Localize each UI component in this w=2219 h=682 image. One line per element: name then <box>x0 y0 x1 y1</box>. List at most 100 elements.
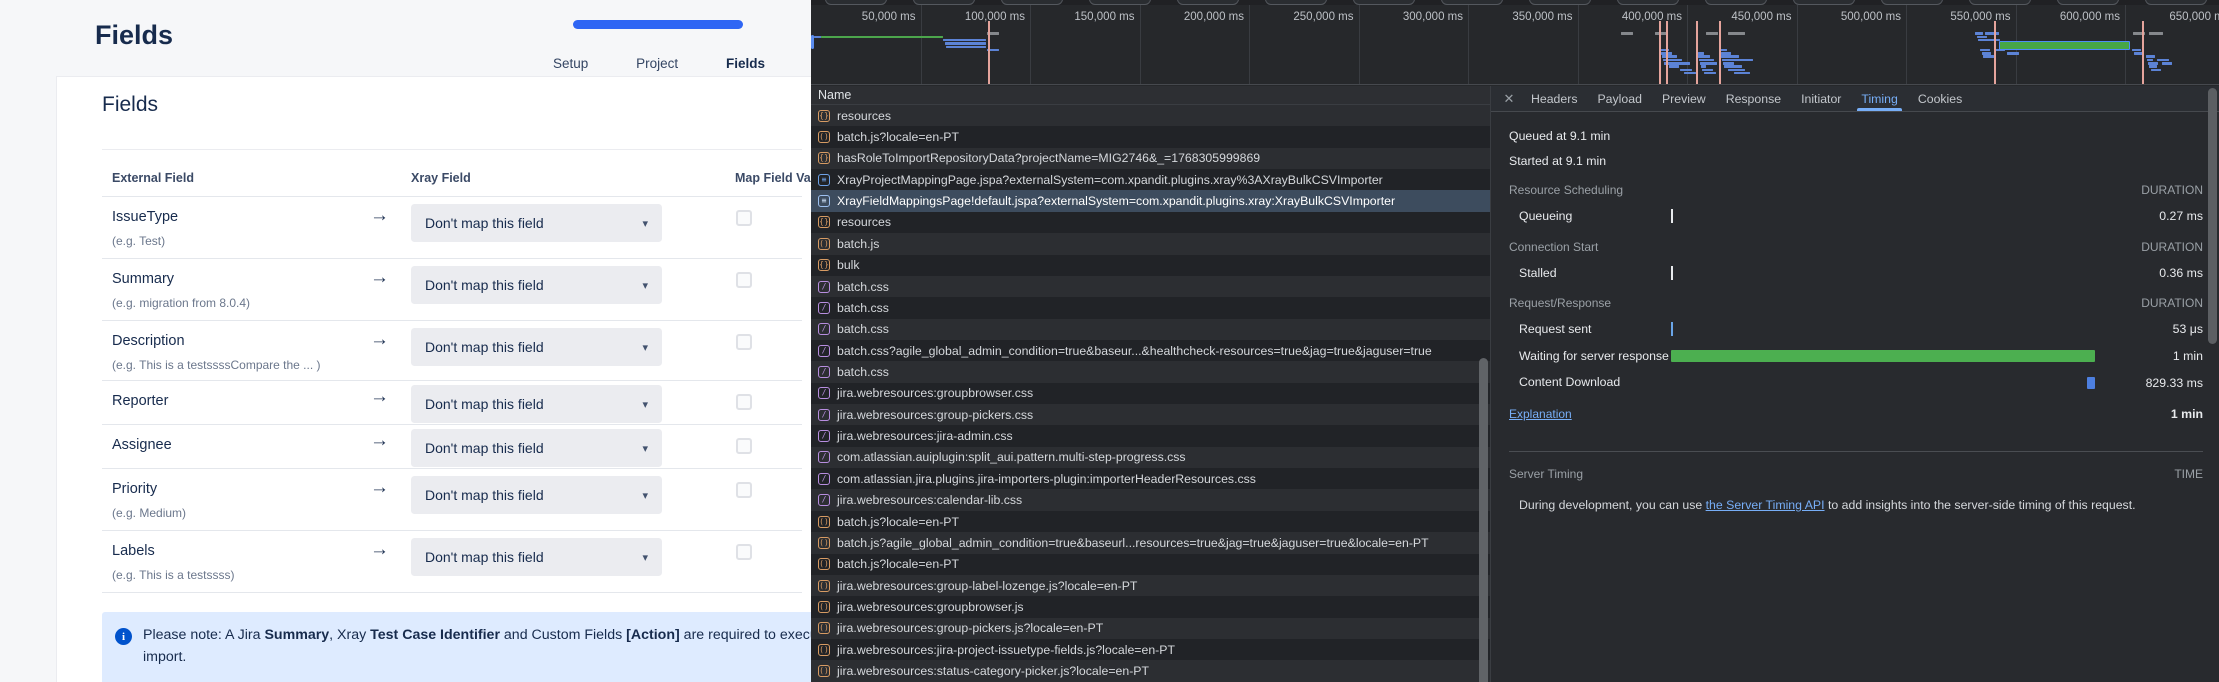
request-row[interactable]: /jira.webresources:calendar-lib.css <box>811 489 1490 510</box>
wizard-tab-project[interactable]: Project <box>636 56 678 71</box>
ruler-gridline <box>1578 5 1579 84</box>
request-row[interactable]: /jira.webresources:groupbrowser.css <box>811 383 1490 404</box>
request-row[interactable]: ()jira.webresources:group-label-lozenge.… <box>811 575 1490 596</box>
js-file-icon: () <box>818 644 830 656</box>
external-field-example: (e.g. Test) <box>112 234 165 248</box>
request-row[interactable]: ()batch.js?locale=en-PT <box>811 511 1490 532</box>
ruler-gridline <box>1468 5 1469 84</box>
request-row[interactable]: {}hasRoleToImportRepositoryData?projectN… <box>811 148 1490 169</box>
arrow-right-icon: → <box>370 430 389 452</box>
request-name: batch.js <box>837 237 879 251</box>
code-file-icon: {} <box>818 216 830 228</box>
select-value: Don't map this field <box>425 487 544 503</box>
column-header-map-field-value: Map Field Value <box>735 171 811 185</box>
map-field-value-checkbox[interactable] <box>736 394 752 410</box>
request-name: batch.css?agile_global_admin_condition=t… <box>837 344 1432 358</box>
request-row[interactable]: {}resources <box>811 212 1490 233</box>
xray-field-select[interactable]: Don't map this field▾ <box>411 266 662 304</box>
map-field-value-checkbox[interactable] <box>736 272 752 288</box>
request-row[interactable]: {}bulk <box>811 255 1490 276</box>
request-row[interactable]: /com.atlassian.jira.plugins.jira-importe… <box>811 468 1490 489</box>
request-row[interactable]: /jira.webresources:group-pickers.css <box>811 404 1490 425</box>
waterfall-bar <box>814 36 821 39</box>
request-row[interactable]: {}resources <box>811 105 1490 126</box>
xray-field-select[interactable]: Don't map this field▾ <box>411 385 662 423</box>
request-detail-panel: ✕ HeadersPayloadPreviewResponseInitiator… <box>1490 86 2219 682</box>
xray-field-select[interactable]: Don't map this field▾ <box>411 476 662 514</box>
tab-headers[interactable]: Headers <box>1521 86 1587 111</box>
explanation-link[interactable]: Explanation <box>1509 407 1572 421</box>
detail-panel-scrollbar[interactable] <box>2208 88 2217 344</box>
xray-field-select[interactable]: Don't map this field▾ <box>411 538 662 576</box>
xray-field-select[interactable]: Don't map this field▾ <box>411 204 662 242</box>
css-file-icon: / <box>818 323 830 335</box>
timing-row: Request sent53 μs <box>1519 321 2203 338</box>
map-field-value-checkbox[interactable] <box>736 482 752 498</box>
wizard-progress-bar <box>573 20 743 29</box>
tab-cookies[interactable]: Cookies <box>1908 86 1972 111</box>
ruler-gridline <box>921 5 922 84</box>
tab-preview[interactable]: Preview <box>1652 86 1716 111</box>
timing-tab-content: Queued at 9.1 min Started at 9.1 min Res… <box>1491 113 2219 682</box>
tab-payload[interactable]: Payload <box>1587 86 1651 111</box>
map-field-value-checkbox[interactable] <box>736 544 752 560</box>
js-file-icon: () <box>818 558 830 570</box>
card-divider <box>102 149 802 150</box>
map-field-value-checkbox[interactable] <box>736 438 752 454</box>
request-row[interactable]: ()batch.js?locale=en-PT <box>811 126 1490 147</box>
wizard-tab-fields[interactable]: Fields <box>726 56 765 71</box>
xray-field-select[interactable]: Don't map this field▾ <box>411 429 662 467</box>
xray-field-select[interactable]: Don't map this field▾ <box>411 328 662 366</box>
select-value: Don't map this field <box>425 339 544 355</box>
request-name: XrayProjectMappingPage.jspa?externalSyst… <box>837 173 1383 187</box>
external-field-example: (e.g. migration from 8.0.4) <box>112 296 250 310</box>
mapping-row-labels: Labels(e.g. This is a testssss)→Don't ma… <box>102 530 802 592</box>
request-row[interactable]: / com.atlassian.auiplugin:split_aui.patte… <box>811 447 1490 468</box>
request-row[interactable]: ()batch.js?agile_global_admin_condition=… <box>811 532 1490 553</box>
wizard-tab-setup[interactable]: Setup <box>553 56 588 71</box>
map-field-value-checkbox[interactable] <box>736 210 752 226</box>
waterfall-bar <box>1983 55 1994 58</box>
request-row[interactable]: ≡XrayFieldMappingsPage!default.jspa?exte… <box>811 190 1490 211</box>
request-row[interactable]: ≡XrayProjectMappingPage.jspa?externalSys… <box>811 169 1490 190</box>
request-row[interactable]: /batch.css <box>811 297 1490 318</box>
external-field-name: Priority <box>112 481 157 497</box>
request-row[interactable]: /batch.css?agile_global_admin_condition=… <box>811 340 1490 361</box>
started-at-line: Started at 9.1 min <box>1509 154 2203 168</box>
waterfall-bar <box>2132 49 2141 52</box>
mapping-row-reporter: Reporter→Don't map this field▾ <box>102 380 802 424</box>
request-name: com.atlassian.auiplugin:split_aui.patter… <box>837 450 1186 464</box>
ruler-gridline <box>1030 5 1031 84</box>
waterfall-bar <box>1698 55 1709 58</box>
request-row[interactable]: ()jira.webresources:status-category-pick… <box>811 660 1490 681</box>
timing-label: Stalled <box>1519 265 1669 282</box>
tab-initiator[interactable]: Initiator <box>1791 86 1851 111</box>
name-column-header[interactable]: Name <box>811 86 1490 105</box>
network-waterfall-overview[interactable]: 50,000 ms100,000 ms150,000 ms200,000 ms2… <box>811 5 2219 85</box>
request-row[interactable]: ()batch.js <box>811 233 1490 254</box>
server-timing-api-link[interactable]: the Server Timing API <box>1706 498 1825 512</box>
request-row[interactable]: ()batch.js?locale=en-PT <box>811 554 1490 575</box>
request-row[interactable]: /batch.css <box>811 319 1490 340</box>
external-field-name: Summary <box>112 271 174 287</box>
external-field-name: Labels <box>112 543 155 559</box>
request-row[interactable]: /jira.webresources:jira-admin.css <box>811 425 1490 446</box>
tab-timing[interactable]: Timing <box>1851 86 1907 111</box>
arrow-right-icon: → <box>370 205 389 227</box>
css-file-icon: / <box>818 451 830 463</box>
map-field-value-checkbox[interactable] <box>736 334 752 350</box>
timing-tick <box>1671 266 1673 280</box>
request-row[interactable]: ()jira.webresources:group-pickers.js?loc… <box>811 618 1490 639</box>
js-file-icon: () <box>818 580 830 592</box>
request-list-scrollbar[interactable] <box>1479 358 1488 682</box>
css-file-icon: / <box>818 387 830 399</box>
tab-response[interactable]: Response <box>1716 86 1791 111</box>
request-row[interactable]: /batch.css <box>811 276 1490 297</box>
devtools-network-panel: 50,000 ms100,000 ms150,000 ms200,000 ms2… <box>811 0 2219 682</box>
timing-tick <box>1671 322 1673 336</box>
request-row[interactable]: ()jira.webresources:groupbrowser.js <box>811 596 1490 617</box>
close-icon[interactable]: ✕ <box>1497 86 1521 111</box>
request-row[interactable]: /batch.css <box>811 361 1490 382</box>
request-row[interactable]: ()jira.webresources:jira-project-issuety… <box>811 639 1490 660</box>
timing-value: 0.27 ms <box>2098 209 2203 223</box>
